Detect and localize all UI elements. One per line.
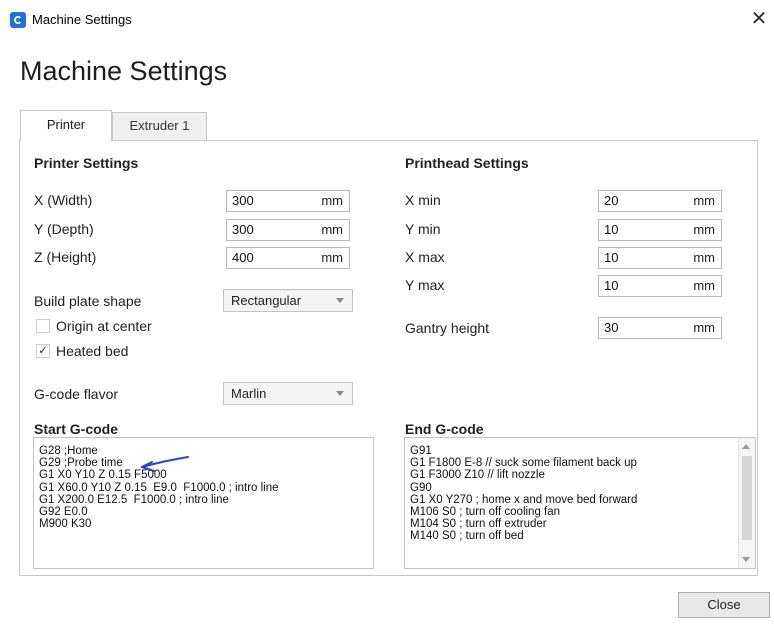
code-line: G91 bbox=[410, 445, 432, 457]
x-width-input[interactable]: 300 mm bbox=[226, 190, 350, 212]
heated-bed-checkbox[interactable]: ✓ bbox=[36, 344, 50, 358]
code-line: M104 S0 ; turn off extruder bbox=[410, 518, 547, 531]
z-height-unit: mm bbox=[321, 250, 343, 265]
x-min-unit: mm bbox=[693, 193, 715, 208]
scroll-up-icon[interactable] bbox=[742, 444, 750, 449]
page-title: Machine Settings bbox=[20, 56, 228, 86]
y-depth-value: 300 bbox=[232, 222, 254, 237]
y-min-unit: mm bbox=[693, 222, 715, 237]
start-gcode-heading: Start G-code bbox=[34, 421, 119, 437]
x-width-unit: mm bbox=[321, 193, 343, 208]
gcode-flavor-label: G-code flavor bbox=[34, 386, 119, 402]
heated-bed-label: Heated bed bbox=[56, 343, 129, 359]
scrollbar-thumb[interactable] bbox=[742, 456, 752, 540]
code-line: G29 ;Probe time bbox=[39, 457, 123, 470]
y-min-input[interactable]: 10 mm bbox=[598, 219, 722, 241]
y-depth-unit: mm bbox=[321, 222, 343, 237]
origin-at-center-label: Origin at center bbox=[56, 318, 152, 334]
x-width-label: X (Width) bbox=[34, 192, 93, 208]
y-max-label: Y max bbox=[405, 277, 445, 293]
gcode-flavor-select[interactable]: Marlin bbox=[223, 382, 353, 405]
gcode-flavor-value: Marlin bbox=[231, 386, 267, 401]
chevron-down-icon bbox=[336, 298, 344, 303]
window-title: Machine Settings bbox=[32, 12, 132, 27]
printhead-settings-heading: Printhead Settings bbox=[405, 155, 529, 171]
code-line: G28 ;Home bbox=[39, 445, 98, 457]
z-height-label: Z (Height) bbox=[34, 249, 97, 265]
x-width-value: 300 bbox=[232, 193, 254, 208]
gantry-height-input[interactable]: 30 mm bbox=[598, 317, 722, 339]
app-logo-icon bbox=[10, 12, 26, 28]
code-line: M106 S0 ; turn off cooling fan bbox=[410, 506, 561, 519]
code-line: G90 bbox=[410, 481, 432, 494]
hand-drawn-arrow-icon bbox=[141, 456, 189, 472]
code-line: G1 X200.0 E12.5 F1000.0 ; intro line bbox=[39, 493, 229, 506]
checkmark-icon: ✓ bbox=[38, 345, 48, 357]
x-max-label: X max bbox=[405, 249, 445, 265]
code-line: G1 X60.0 Y10 Z 0.15 E9.0 F1000.0 ; intro… bbox=[39, 481, 279, 494]
x-min-label: X min bbox=[405, 192, 441, 208]
y-max-unit: mm bbox=[693, 278, 715, 293]
close-button[interactable]: Close bbox=[678, 592, 770, 618]
x-max-input[interactable]: 10 mm bbox=[598, 247, 722, 269]
x-max-value: 10 bbox=[604, 250, 619, 265]
scroll-down-icon[interactable] bbox=[742, 557, 750, 562]
tab-extruder-1[interactable]: Extruder 1 bbox=[112, 112, 207, 140]
build-plate-shape-label: Build plate shape bbox=[34, 293, 142, 309]
x-min-input[interactable]: 20 mm bbox=[598, 190, 722, 212]
code-line: M140 S0 ; turn off bed bbox=[410, 530, 524, 543]
y-min-value: 10 bbox=[604, 222, 619, 237]
start-gcode-editor[interactable]: G28 ;Home G29 ;Probe time G1 X0 Y10 Z 0.… bbox=[33, 437, 374, 569]
y-max-input[interactable]: 10 mm bbox=[598, 275, 722, 297]
y-depth-label: Y (Depth) bbox=[34, 221, 94, 237]
end-gcode-editor[interactable]: G91 G1 F1800 E-8 // suck some filament b… bbox=[404, 437, 756, 569]
printer-settings-heading: Printer Settings bbox=[34, 155, 139, 171]
code-line: G1 F1800 E-8 // suck some filament back … bbox=[410, 457, 637, 470]
chevron-down-icon bbox=[336, 391, 344, 396]
build-plate-shape-select[interactable]: Rectangular bbox=[223, 289, 353, 312]
code-line: G1 X0 Y10 Z 0.15 F5000 bbox=[39, 469, 167, 482]
tab-printer[interactable]: Printer bbox=[20, 110, 112, 141]
gantry-height-unit: mm bbox=[693, 320, 715, 335]
window-titlebar: Machine Settings ✕ bbox=[0, 0, 774, 38]
gantry-height-value: 30 bbox=[604, 320, 619, 335]
origin-at-center-checkbox[interactable] bbox=[36, 319, 50, 333]
x-min-value: 20 bbox=[604, 193, 619, 208]
gantry-height-label: Gantry height bbox=[405, 320, 490, 336]
code-line: M900 K30 bbox=[39, 518, 92, 531]
build-plate-shape-value: Rectangular bbox=[231, 293, 302, 308]
z-height-value: 400 bbox=[232, 250, 254, 265]
y-max-value: 10 bbox=[604, 278, 619, 293]
code-line: G92 E0.0 bbox=[39, 506, 88, 519]
code-line: G1 F3000 Z10 // lift nozzle bbox=[410, 469, 545, 482]
y-min-label: Y min bbox=[405, 221, 441, 237]
end-gcode-heading: End G-code bbox=[405, 421, 484, 437]
y-depth-input[interactable]: 300 mm bbox=[226, 219, 350, 241]
code-line: G1 X0 Y270 ; home x and move bed forward bbox=[410, 493, 638, 506]
end-gcode-scrollbar[interactable] bbox=[738, 438, 755, 568]
close-window-icon[interactable]: ✕ bbox=[748, 8, 770, 30]
x-max-unit: mm bbox=[693, 250, 715, 265]
z-height-input[interactable]: 400 mm bbox=[226, 247, 350, 269]
